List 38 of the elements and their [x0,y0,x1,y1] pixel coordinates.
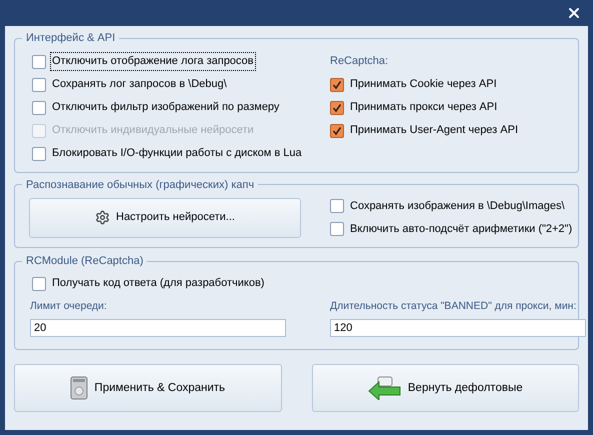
checkbox-label[interactable]: Принимать Cookie через API [348,75,499,94]
group-title: RCModule (ReCaptcha) [26,255,144,267]
save-button[interactable]: Применить & Сохранить [14,364,282,412]
checkbox-label[interactable]: Сохранять изображения в \Debug\Images\ [348,196,567,216]
checkbox-label[interactable]: Сохранять лог запросов в \Debug\ [50,75,229,94]
checkbox[interactable] [330,199,344,213]
field-label: Лимит очереди: [30,298,107,314]
checkmark-icon [332,80,342,90]
checkbox[interactable] [32,100,46,114]
checkbox-label[interactable]: Получать код ответа (для разработчиков) [50,274,266,293]
checkbox[interactable] [32,146,46,160]
configure-button[interactable]: Настроить нейросети... [29,198,301,238]
checkbox-label[interactable]: Включить авто-подсчёт арифметики ("2+2") [348,220,574,238]
back-arrow-icon [368,376,402,400]
reset-button[interactable]: Вернуть дефолтовые [312,364,579,412]
disk-drive-icon [70,376,88,400]
checkbox-label[interactable]: Принимать User-Agent через API [348,121,520,140]
field-label: Длительность статуса "BANNED" для прокси, мин: [330,298,576,314]
checkbox[interactable] [32,54,46,68]
close-icon[interactable] [566,5,582,21]
checkmark-icon [332,126,342,136]
group-title: Интерфейс & API [26,32,116,44]
text-field[interactable]: 20 [30,319,286,338]
checkbox-label[interactable]: Отключить отображение лога запросов [50,52,256,71]
checkbox-label[interactable]: Принимать прокси через API [348,98,500,117]
checkbox-label[interactable]: Отключить фильтр изображений по размеру [50,98,282,117]
checkbox[interactable] [32,78,46,92]
group-title: Распознавание обычных (графических) капч [26,178,254,190]
checkbox[interactable] [32,276,46,290]
gear-icon [95,210,110,225]
section-label: ReCaptcha: [330,54,388,70]
checkbox[interactable] [330,124,344,138]
checkbox[interactable] [330,222,344,236]
checkbox-label[interactable]: Блокировать I/O-функции работы с диском в Lua [50,144,304,163]
checkmark-icon [332,102,342,112]
checkbox[interactable] [330,78,344,92]
text-field[interactable]: 120 [330,319,586,338]
checkbox[interactable] [330,100,344,114]
